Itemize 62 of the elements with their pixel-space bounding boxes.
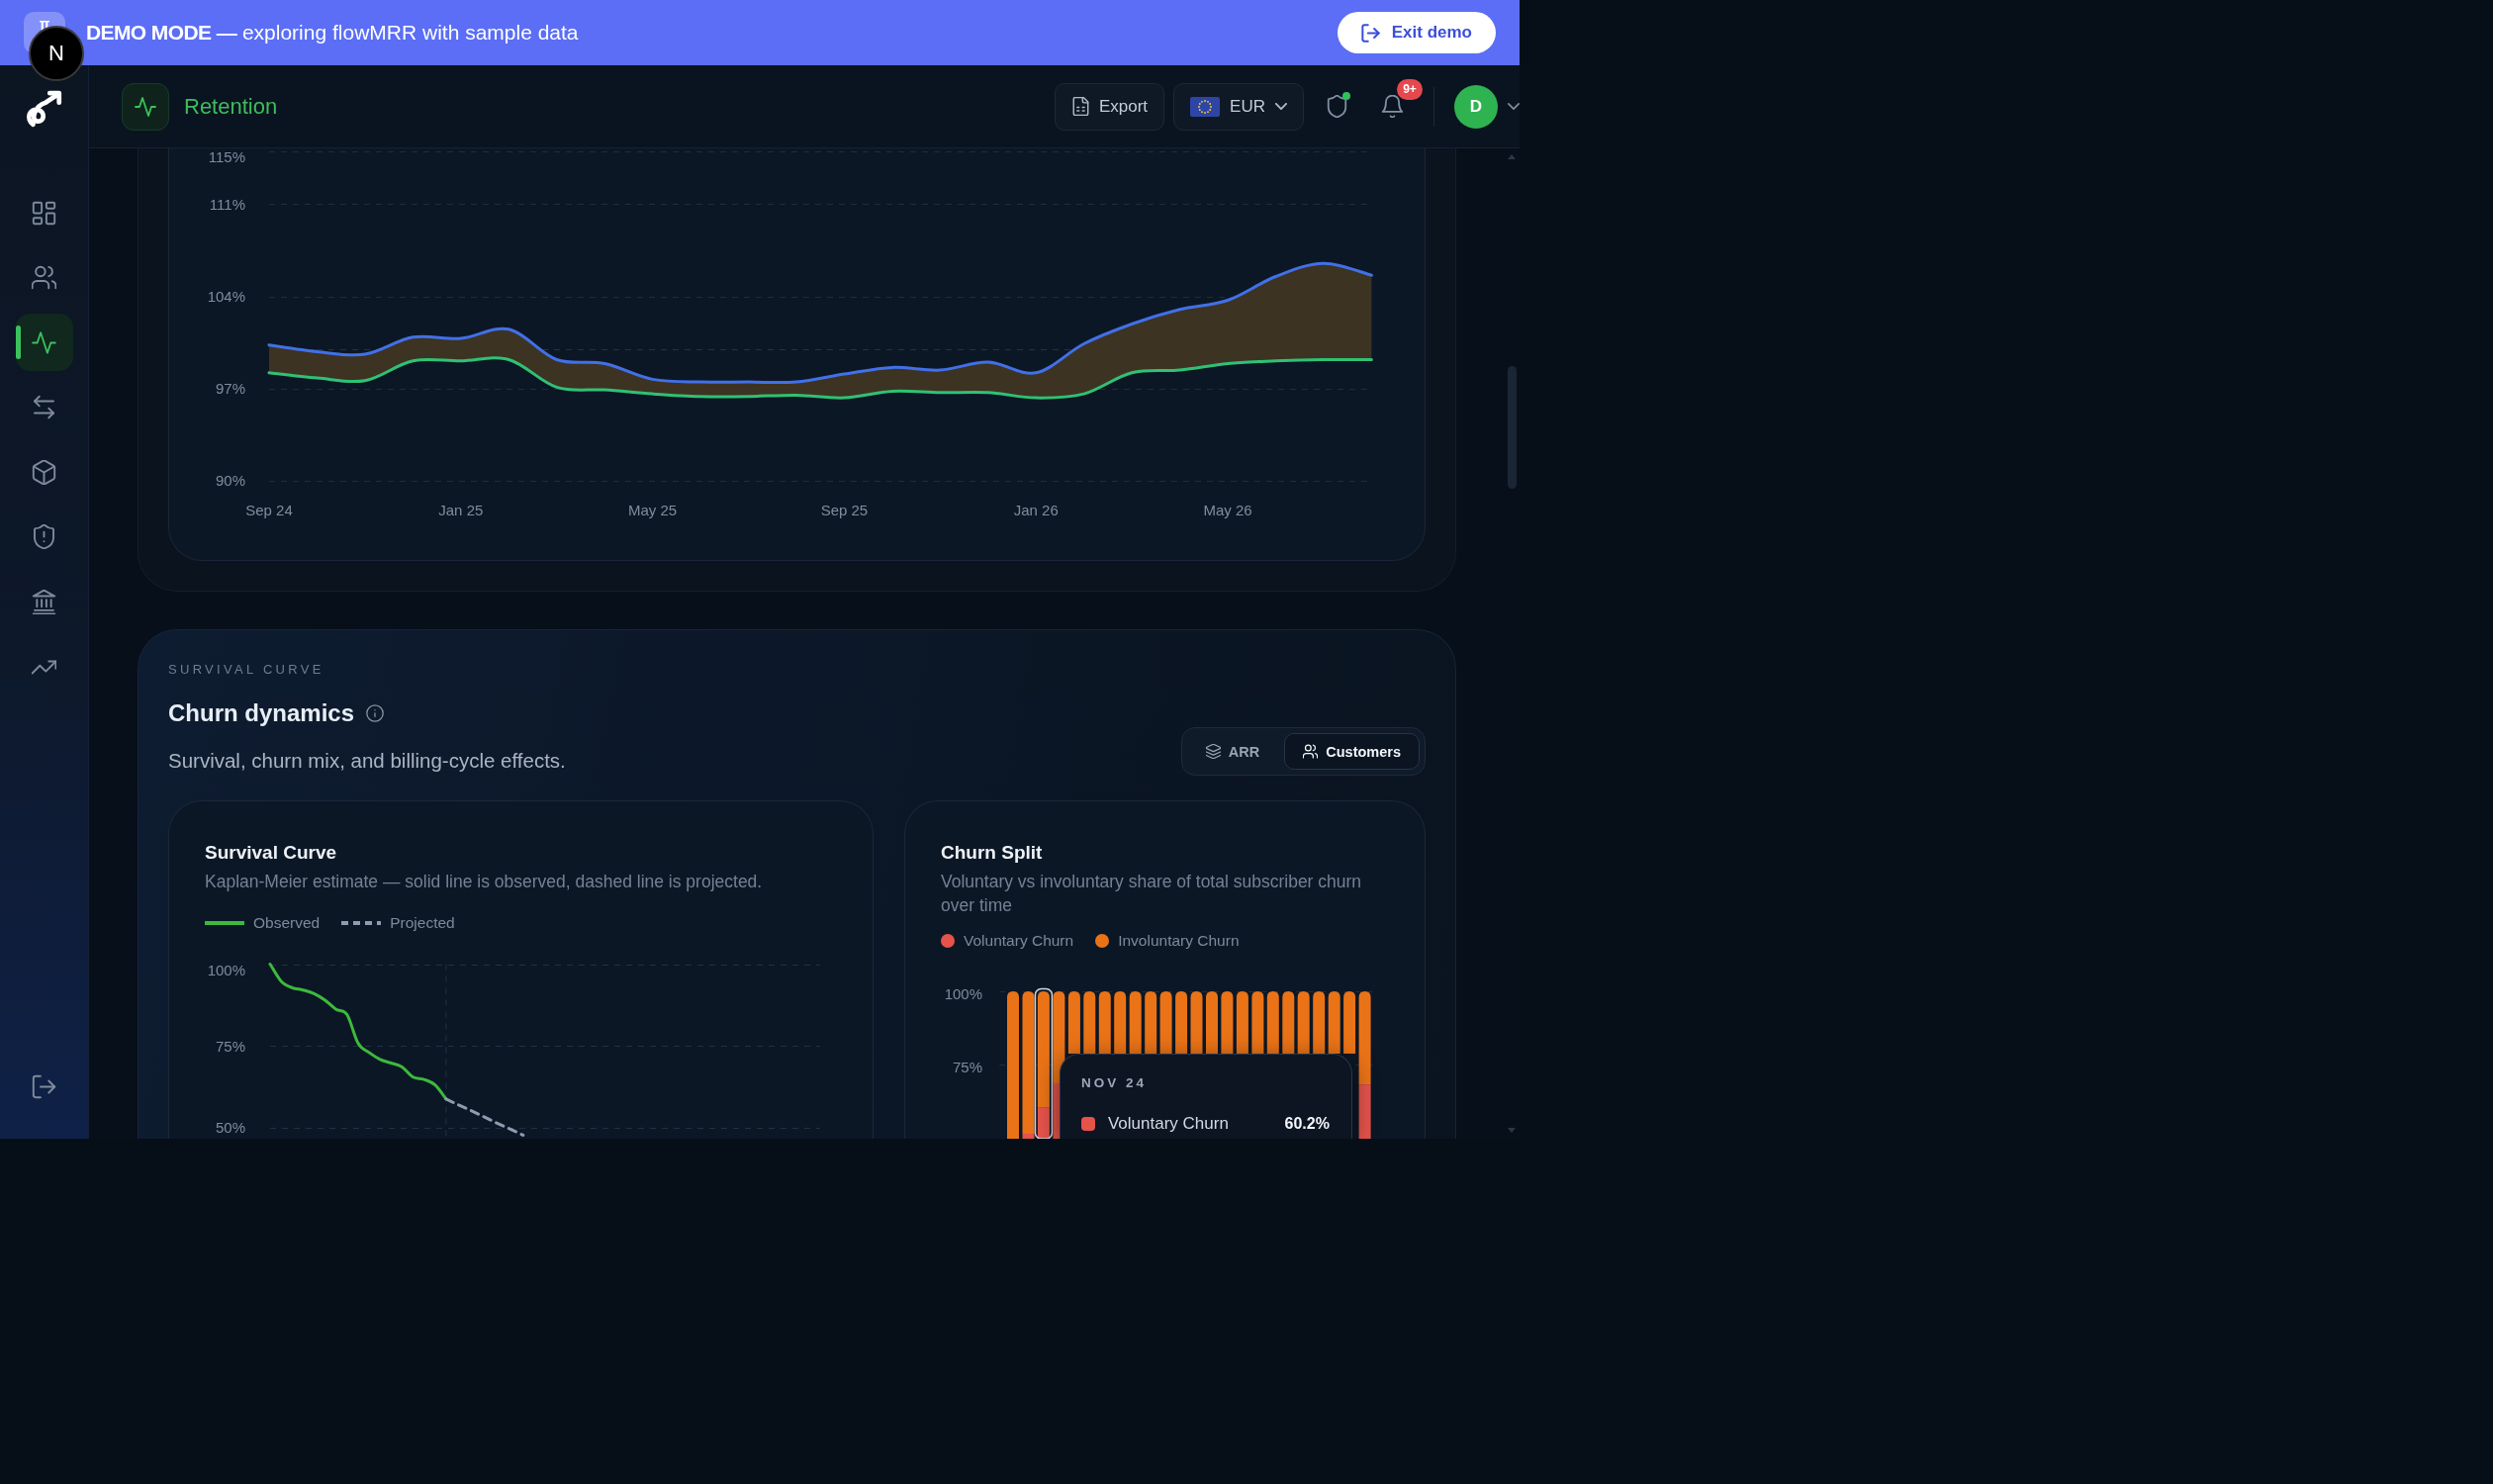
scrollbar-thumb[interactable]: [1507, 366, 1517, 489]
legend-label: Observed: [253, 913, 321, 933]
shield-alert-icon: [32, 524, 56, 550]
notifications-button[interactable]: 9+: [1371, 76, 1425, 137]
y-axis-label: 100%: [207, 962, 245, 979]
x-axis-label: Sep 25: [820, 502, 869, 519]
logo-icon: [24, 89, 64, 129]
chevron-down-icon: [1275, 103, 1287, 110]
demo-message: DEMO MODE — exploring flowMRR with sample data: [86, 21, 579, 45]
legend-label: Projected: [390, 913, 455, 933]
x-axis-label: Sep 24: [245, 502, 293, 519]
exit-icon: [1360, 23, 1380, 43]
tooltip-value: 60.2%: [1284, 1115, 1330, 1133]
bell-icon: [1381, 95, 1404, 118]
y-axis-label: 75%: [215, 1037, 245, 1055]
grid-icon: [32, 200, 56, 226]
tooltip-title: NOV 24: [1080, 1075, 1147, 1090]
layers-icon: [1205, 744, 1221, 759]
pulse-icon: [32, 329, 56, 355]
x-axis-label: Jan 26: [1013, 502, 1059, 519]
x-axis-label: May 25: [628, 502, 678, 519]
active-indicator-icon: [15, 325, 21, 360]
card-title: Survival Curve: [205, 842, 337, 863]
notification-badge: 9+: [1397, 78, 1423, 100]
cube-icon: [32, 459, 56, 485]
y-axis-label: 115%: [208, 148, 245, 166]
x-axis-label: May 26: [1203, 502, 1252, 519]
export-button[interactable]: Export: [1054, 82, 1165, 131]
legend-label: Voluntary Churn: [964, 931, 1074, 951]
page-title: Retention: [184, 93, 278, 120]
card-subtitle: Kaplan-Meier estimate — solid line is observed, dashed line is projected.: [205, 872, 763, 891]
bank-icon: [32, 590, 56, 615]
logout-icon: [32, 1073, 56, 1099]
toggle-option[interactable]: Customers: [1284, 733, 1420, 770]
y-axis-label: 104%: [207, 287, 245, 305]
chevron-down-icon: [1508, 103, 1520, 110]
pulse-icon: [122, 82, 169, 131]
shield-icon: [1325, 95, 1348, 118]
y-axis-label: 100%: [944, 985, 982, 1003]
flag-icon: [1190, 96, 1221, 117]
users-icon: [32, 265, 56, 291]
info-icon: [366, 704, 385, 722]
card-title: Churn Split: [941, 842, 1043, 863]
toggle-option[interactable]: ARR: [1186, 733, 1279, 770]
document-icon: [1070, 97, 1090, 116]
tooltip-label: Voluntary Churn: [1107, 1114, 1229, 1134]
sidebar-item[interactable]: [15, 314, 73, 372]
section-title: Churn dynamics: [168, 699, 355, 727]
y-axis-label: 50%: [215, 1119, 245, 1137]
y-axis-label: 90%: [215, 472, 245, 490]
currency-select[interactable]: EUR: [1173, 82, 1304, 131]
card-subtitle: Voluntary vs involuntary share of total subscriber churn over time: [941, 872, 1362, 915]
x-axis-label: Jan 25: [438, 502, 484, 519]
users-icon: [1303, 744, 1319, 759]
y-axis-label: 111%: [209, 195, 245, 213]
arrows-icon: [32, 395, 56, 420]
y-axis-label: 75%: [952, 1059, 982, 1076]
legend-label: Involuntary Churn: [1118, 931, 1240, 951]
section-eyebrow: SURVIVAL CURVE: [168, 662, 324, 677]
y-axis-label: 97%: [215, 380, 245, 397]
section-subtitle: Survival, churn mix, and billing-cycle effects.: [168, 749, 566, 772]
exit-demo-button[interactable]: Exit demo: [1337, 12, 1496, 53]
